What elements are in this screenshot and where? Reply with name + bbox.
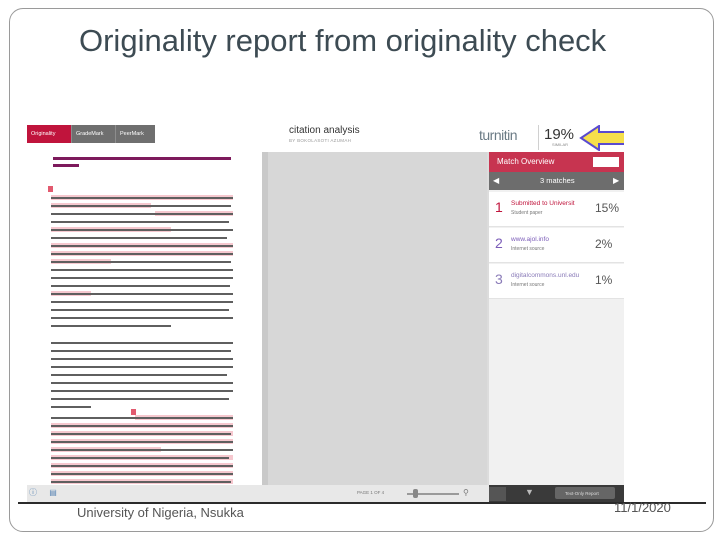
viewer-toolbar: ⓘ ▤ PAGE 1 OF 4 ⚲ bbox=[27, 485, 489, 502]
doc-text-line bbox=[51, 277, 233, 279]
doc-text-line bbox=[51, 301, 233, 303]
match-item[interactable]: 3 digitalcommons.unl.edu Internet source… bbox=[489, 264, 624, 299]
match-item[interactable]: 2 www.ajol.info Internet source 2% bbox=[489, 228, 624, 263]
slide-title: Originality report from originality chec… bbox=[79, 23, 607, 58]
doc-text-line bbox=[51, 221, 229, 223]
print-icon[interactable]: ▤ bbox=[47, 488, 59, 498]
previous-match-icon[interactable]: ◀ bbox=[493, 176, 499, 185]
tab-peermark[interactable]: PeerMark bbox=[115, 125, 155, 143]
doc-heading-line bbox=[53, 157, 231, 160]
next-match-icon[interactable]: ▶ bbox=[613, 176, 619, 185]
doc-text-line bbox=[51, 441, 233, 443]
match-type: Internet source bbox=[511, 282, 545, 288]
doc-text-line bbox=[51, 342, 233, 344]
doc-text-line bbox=[51, 317, 233, 319]
doc-text-line bbox=[51, 285, 230, 287]
doc-text-line bbox=[51, 261, 231, 263]
doc-text-line bbox=[51, 325, 171, 327]
doc-text-line bbox=[51, 417, 233, 419]
match-type: Internet source bbox=[511, 246, 545, 252]
app-topbar: Originality GradeMark PeerMark citation … bbox=[27, 125, 624, 152]
match-source[interactable]: digitalcommons.unl.edu bbox=[511, 272, 579, 279]
doc-text-line bbox=[51, 197, 233, 199]
doc-text-line bbox=[51, 449, 233, 451]
filter-icon[interactable]: ▼ bbox=[525, 487, 534, 497]
match-number: 1 bbox=[495, 199, 503, 215]
doc-text-line bbox=[51, 350, 231, 352]
panel-footer: ▼ Text-Only Report bbox=[489, 485, 624, 502]
match-source[interactable]: www.ajol.info bbox=[511, 236, 549, 243]
match-type: Student paper bbox=[511, 210, 543, 216]
doc-text-line bbox=[51, 293, 233, 295]
doc-text-line bbox=[51, 269, 233, 271]
match-number: 2 bbox=[495, 235, 503, 251]
footer-institution: University of Nigeria, Nsukka bbox=[77, 505, 244, 520]
doc-text-line bbox=[51, 366, 233, 368]
info-icon[interactable]: ⓘ bbox=[27, 488, 39, 498]
doc-text-line bbox=[51, 229, 233, 231]
topbar-divider bbox=[538, 125, 539, 150]
doc-text-line bbox=[51, 309, 229, 311]
match-count: 3 matches bbox=[540, 176, 575, 185]
mode-tabs: Originality GradeMark PeerMark bbox=[27, 125, 155, 143]
doc-text-line bbox=[51, 358, 233, 360]
doc-text-line bbox=[51, 382, 233, 384]
panel-toggle-icon[interactable] bbox=[593, 157, 619, 167]
doc-text-line bbox=[51, 245, 233, 247]
match-percent: 2% bbox=[595, 237, 613, 251]
match-overview-title: Match Overview bbox=[497, 157, 555, 166]
match-item[interactable]: 1 Submitted to Universit Student paper 1… bbox=[489, 192, 624, 227]
document-viewer[interactable] bbox=[27, 152, 262, 485]
doc-text-line bbox=[51, 253, 233, 255]
match-source[interactable]: Submitted to Universit bbox=[511, 200, 575, 207]
layers-icon[interactable] bbox=[489, 487, 506, 501]
tab-grademark[interactable]: GradeMark bbox=[71, 125, 115, 143]
slide-footer-rule bbox=[18, 502, 706, 504]
document-page bbox=[45, 152, 237, 485]
doc-text-line bbox=[51, 457, 229, 459]
doc-text-line bbox=[51, 433, 231, 435]
match-percent: 15% bbox=[595, 201, 620, 215]
zoom-icon[interactable]: ⚲ bbox=[463, 488, 469, 497]
match-percent: 1% bbox=[595, 273, 613, 287]
doc-text-line bbox=[51, 237, 227, 239]
page-indicator: PAGE 1 OF 4 bbox=[357, 490, 385, 495]
doc-text-line bbox=[51, 390, 233, 392]
similarity-percent[interactable]: 19% bbox=[544, 126, 574, 143]
footer-date: 11/1/2020 bbox=[614, 500, 671, 515]
turnitin-screenshot: Originality GradeMark PeerMark citation … bbox=[27, 125, 624, 502]
doc-text-line bbox=[51, 374, 227, 376]
viewer-background bbox=[268, 152, 487, 485]
tab-originality[interactable]: Originality bbox=[27, 125, 71, 143]
arrow-left-icon bbox=[579, 125, 624, 151]
similarity-label: SIMILAR bbox=[552, 142, 569, 147]
doc-text-line bbox=[51, 406, 91, 408]
document-author: BY BOKOLASOTI AZUMAH bbox=[289, 138, 352, 143]
turnitin-logo: turnitin bbox=[479, 127, 518, 143]
doc-text-line bbox=[51, 213, 233, 215]
zoom-slider-handle[interactable] bbox=[413, 489, 418, 498]
match-number: 3 bbox=[495, 271, 503, 287]
match-navigator: ◀ 3 matches ▶ bbox=[489, 172, 624, 190]
match-overview-header: Match Overview bbox=[489, 152, 624, 172]
doc-text-line bbox=[51, 205, 231, 207]
match-overview-panel: Match Overview ◀ 3 matches ▶ 1 Submitted… bbox=[489, 152, 624, 485]
text-only-report-label: Text-Only Report bbox=[565, 491, 599, 496]
doc-heading-line bbox=[53, 164, 79, 167]
doc-text-line bbox=[51, 465, 233, 467]
match-marker[interactable] bbox=[48, 186, 53, 192]
doc-text-line bbox=[51, 425, 233, 427]
doc-text-line bbox=[51, 481, 231, 483]
doc-text-line bbox=[51, 473, 233, 475]
doc-text-line bbox=[51, 398, 229, 400]
document-title: citation analysis bbox=[289, 125, 360, 136]
